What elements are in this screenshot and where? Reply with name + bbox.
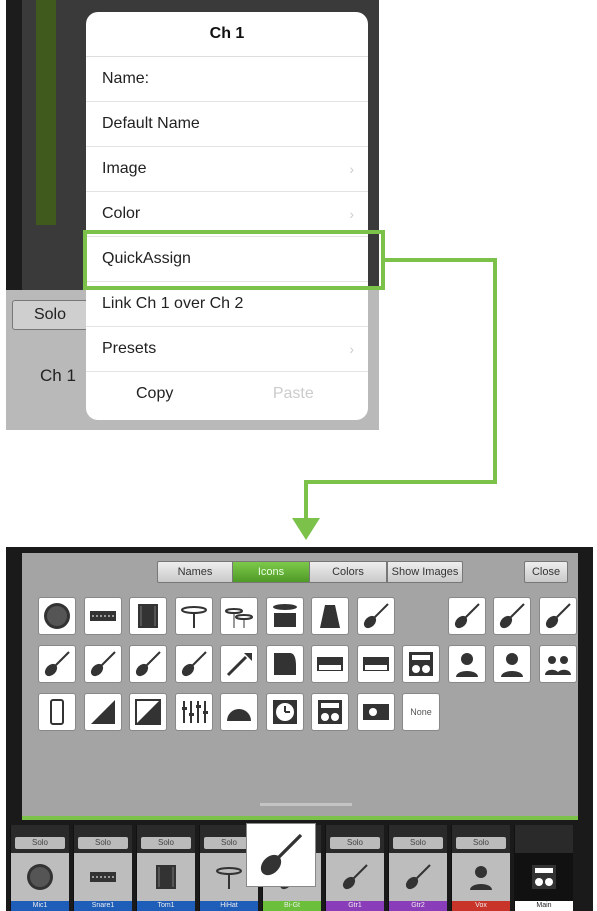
channel-name: Snare1 [74,901,132,911]
channel-name: Vox [452,901,510,911]
popup-title: Ch 1 [86,12,368,57]
channel-name: Gtr1 [326,901,384,911]
page-indicator [260,803,352,806]
chevron-right-icon: › [349,341,354,357]
clock-icon[interactable] [265,693,304,731]
violin-icon[interactable] [129,645,167,683]
channel-strip[interactable]: Main [514,825,573,911]
synth-icon[interactable] [311,645,349,683]
channel-strip[interactable]: Solo Vox [451,825,510,911]
selected-guitar-icon[interactable] [246,823,316,887]
channel-strip[interactable]: Solo Gtr1 [325,825,384,911]
channel-solo-button[interactable]: Solo [456,837,506,849]
menu-item-label: Link Ch 1 over Ch 2 [102,295,244,312]
channel-name: HiHat [200,901,258,911]
electric-guitar-2-icon[interactable] [447,597,486,635]
cowbell-icon[interactable] [311,597,349,635]
channel-strip[interactable]: Solo Snare1 [73,825,132,911]
copy-paste-row: Copy Paste [86,372,368,416]
channel-solo-button[interactable]: Solo [78,837,128,849]
connector-line [385,258,497,262]
snare-drum-icon[interactable] [83,597,122,635]
menu-item-label: Default Name [102,115,200,132]
copy-button[interactable]: Copy [136,372,173,416]
icon-picker-panel: Names Icons Colors Show Images Close Non… [22,553,578,820]
phone-icon[interactable] [38,693,76,731]
channel-name: Main [515,901,573,911]
solo-button[interactable]: Solo [12,300,88,330]
channel-name: Tom1 [137,901,195,911]
electric-guitar-icon[interactable] [356,597,395,635]
fader-strip [6,0,22,290]
channel-solo-button[interactable]: Solo [15,837,65,849]
menu-item-presets[interactable]: Presets › [86,327,368,372]
meter-bar [36,0,56,225]
channel-name: Gtr2 [389,901,447,911]
keyboard-icon[interactable] [356,645,395,683]
menu-item-label: Presets [102,340,157,357]
channel-strip[interactable]: Solo Mic1 [10,825,69,911]
male-vocal-icon [452,853,510,901]
mixer-icon[interactable] [174,693,213,731]
drum-kit-icon[interactable] [265,597,304,635]
none-label: None [410,707,432,717]
menu-item-label: Image [102,160,147,177]
channel-label: Ch 1 [40,366,76,385]
menu-item-name[interactable]: Name: [86,57,368,102]
tab-show-images[interactable]: Show Images [387,561,463,583]
mandolin-icon[interactable] [174,645,213,683]
piano-icon[interactable] [265,645,304,683]
channel-strip[interactable]: Solo Tom1 [136,825,195,911]
menu-item-label: Color [102,205,141,222]
icon-picker-screenshot: Names Icons Colors Show Images Close Non… [6,547,593,911]
flying-v-guitar-icon[interactable] [538,597,577,635]
group-vocal-icon[interactable] [538,645,577,683]
connector-line [304,480,308,520]
tab-colors[interactable]: Colors [309,561,387,583]
menu-item-label: Name: [102,70,150,87]
none-button[interactable]: None [402,693,440,731]
speaker-stack-icon [515,853,573,901]
channel-popup-menu: Ch 1 Name: Default Name Image › Color › Qu… [86,12,368,420]
chevron-right-icon: › [349,161,354,177]
menu-item-default-name[interactable]: Default Name [86,102,368,147]
floor-tom-icon [137,853,195,901]
close-button[interactable]: Close [524,561,568,583]
male-vocal-icon[interactable] [493,645,531,683]
media-player-icon[interactable] [356,693,395,731]
hihat-icon[interactable] [174,597,213,635]
tab-names[interactable]: Names [157,561,233,583]
acoustic-guitar-icon [326,853,384,901]
wedge-icon[interactable] [83,693,122,731]
cymbals-icon[interactable] [220,597,258,635]
speaker-stack-icon[interactable] [311,693,349,731]
kick-drum-icon [11,853,69,901]
trumpet-icon[interactable] [220,645,258,683]
snare-drum-icon [74,853,132,901]
arrow-down-icon [292,518,320,540]
connector-line [493,258,497,484]
channel-strip[interactable]: Solo Gtr2 [388,825,447,911]
menu-item-image[interactable]: Image › [86,147,368,192]
connector-line [304,480,497,484]
acoustic-guitar-2-icon[interactable] [83,645,122,683]
channel-solo-button[interactable]: Solo [141,837,191,849]
di-box-icon[interactable] [129,693,167,731]
channel-name: Bi-Gt [263,901,321,911]
amp-icon[interactable] [402,645,440,683]
tab-icons[interactable]: Icons [232,561,310,583]
female-vocal-icon[interactable] [447,645,486,683]
kick-drum-icon[interactable] [38,597,76,635]
acoustic-guitar-icon [389,853,447,901]
paste-button[interactable]: Paste [273,372,314,416]
floor-tom-icon[interactable] [129,597,167,635]
channel-name: Mic1 [11,901,69,911]
acoustic-guitar-icon[interactable] [38,645,76,683]
electric-guitar-3-icon[interactable] [493,597,531,635]
quickassign-highlight-box [83,230,385,290]
channel-solo-button[interactable]: Solo [330,837,380,849]
channel-solo-button[interactable]: Solo [393,837,443,849]
in-ear-icon[interactable] [220,693,258,731]
